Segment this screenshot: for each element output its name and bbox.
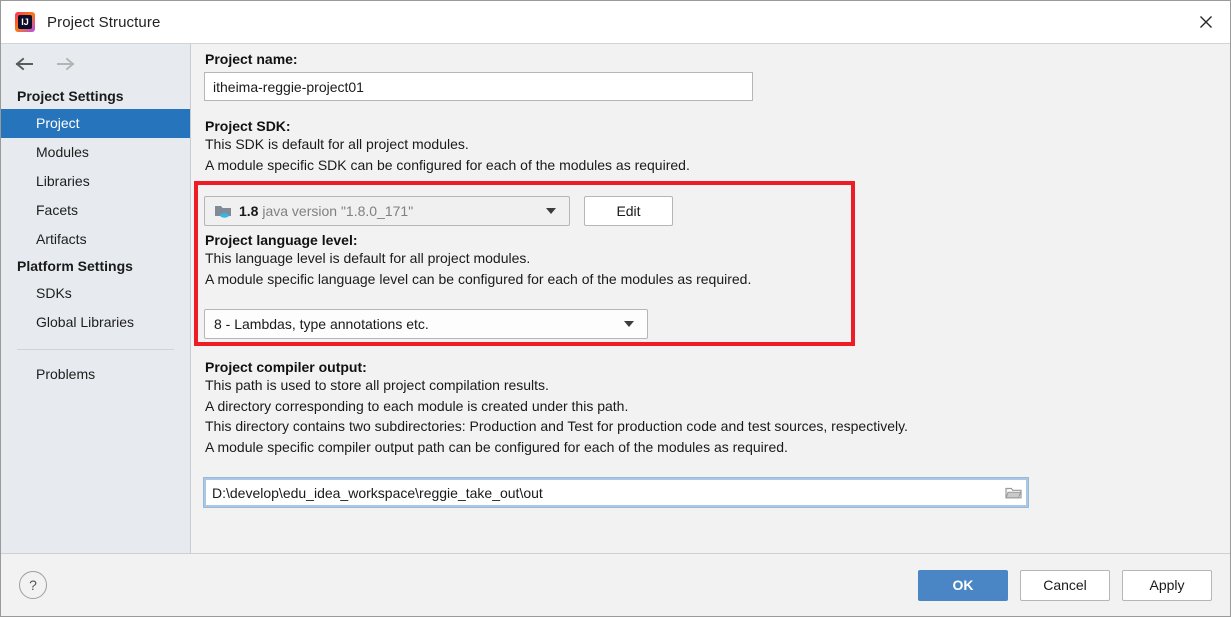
project-sdk-desc-2: A module specific SDK can be configured … xyxy=(205,156,690,173)
window-title: Project Structure xyxy=(47,13,161,31)
chevron-down-icon xyxy=(546,208,556,214)
sidebar-item-problems[interactable]: Problems xyxy=(1,360,190,389)
compiler-output-label: Project compiler output: xyxy=(205,359,367,375)
language-level-label: Project language level: xyxy=(205,232,358,248)
sidebar-item-facets[interactable]: Facets xyxy=(1,196,190,225)
close-icon[interactable] xyxy=(1182,1,1230,43)
arrow-right-icon[interactable] xyxy=(53,52,77,76)
project-name-input[interactable] xyxy=(204,72,753,101)
project-sdk-label: Project SDK: xyxy=(205,118,291,134)
compiler-output-desc-4: A module specific compiler output path c… xyxy=(205,438,788,455)
sidebar-divider xyxy=(17,349,174,350)
compiler-output-desc-1: This path is used to store all project c… xyxy=(205,377,549,393)
language-level-value: 8 - Lambdas, type annotations etc. xyxy=(214,316,429,332)
edit-sdk-button[interactable]: Edit xyxy=(584,196,673,226)
project-sdk-value: 1.8 java version "1.8.0_171" xyxy=(239,203,546,219)
compiler-output-desc-2: A directory corresponding to each module… xyxy=(205,397,629,414)
title-bar: Project Structure xyxy=(1,1,1230,43)
folder-icon[interactable] xyxy=(1002,482,1024,504)
arrow-left-icon[interactable] xyxy=(13,52,37,76)
ok-button[interactable]: OK xyxy=(918,569,1008,601)
cancel-button[interactable]: Cancel xyxy=(1020,569,1110,601)
intellij-idea-logo-icon xyxy=(15,12,35,32)
project-sdk-block: Project SDK: This SDK is default for all… xyxy=(205,118,690,175)
sidebar-item-global-libraries[interactable]: Global Libraries xyxy=(1,308,190,337)
sidebar-item-artifacts[interactable]: Artifacts xyxy=(1,225,190,254)
dialog-footer: ? OK Cancel Apply xyxy=(1,553,1230,616)
sidebar-group-project-settings: Project Settings xyxy=(17,88,124,104)
settings-sidebar: Project Settings Project Modules Librari… xyxy=(1,44,191,553)
help-button[interactable]: ? xyxy=(19,571,47,599)
sidebar-item-sdks[interactable]: SDKs xyxy=(1,279,190,308)
project-sdk-desc-1: This SDK is default for all project modu… xyxy=(205,136,469,152)
project-settings-panel: Project name: Project SDK: This SDK is d… xyxy=(191,44,1230,553)
footer-actions: OK Cancel Apply xyxy=(918,569,1212,601)
jdk-folder-icon xyxy=(214,203,232,219)
compiler-output-path-field[interactable]: D:\develop\edu_idea_workspace\reggie_tak… xyxy=(203,477,1029,508)
apply-button[interactable]: Apply xyxy=(1122,569,1212,601)
project-name-label-wrap: Project name: xyxy=(205,51,298,67)
sdk-version: 1.8 xyxy=(239,203,259,219)
chevron-down-icon xyxy=(624,321,634,327)
language-level-desc-2: A module specific language level can be … xyxy=(205,270,752,287)
project-structure-dialog: Project Structure xyxy=(0,0,1231,617)
language-level-desc-1: This language level is default for all p… xyxy=(205,250,531,266)
dialog-body: Project Settings Project Modules Librari… xyxy=(1,43,1230,553)
sidebar-item-project[interactable]: Project xyxy=(1,109,190,138)
project-sdk-combobox[interactable]: 1.8 java version "1.8.0_171" xyxy=(204,196,570,226)
compiler-output-desc-3: This directory contains two subdirectori… xyxy=(205,418,908,434)
compiler-output-path-value: D:\develop\edu_idea_workspace\reggie_tak… xyxy=(212,484,543,501)
sidebar-item-modules[interactable]: Modules xyxy=(1,138,190,167)
navigation-arrows xyxy=(1,44,190,84)
language-level-block: Project language level: This language le… xyxy=(205,232,751,289)
compiler-output-block: Project compiler output: This path is us… xyxy=(205,359,908,457)
sidebar-item-libraries[interactable]: Libraries xyxy=(1,167,190,196)
sidebar-group-platform-settings: Platform Settings xyxy=(17,258,133,274)
project-name-label: Project name: xyxy=(205,51,298,67)
language-level-combobox[interactable]: 8 - Lambdas, type annotations etc. xyxy=(204,309,648,339)
sdk-version-detail: java version "1.8.0_171" xyxy=(262,203,414,219)
